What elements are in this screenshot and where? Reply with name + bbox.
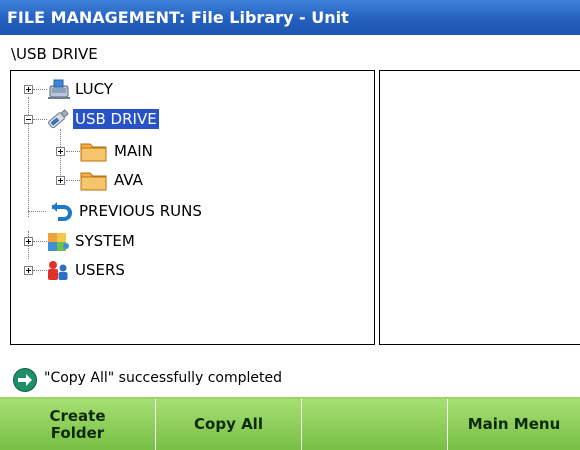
current-path: \USB DRIVE — [11, 45, 98, 63]
create-folder-button[interactable]: Create Folder — [0, 399, 156, 450]
previous-runs-icon — [52, 202, 72, 221]
folder-icon — [80, 143, 107, 162]
tree-item-label: AVA — [114, 171, 143, 189]
folder-icon — [80, 172, 107, 191]
button-bar: Create Folder Copy All Main Menu — [0, 397, 580, 450]
tree-item-label: PREVIOUS RUNS — [79, 202, 202, 220]
copy-all-button[interactable]: Copy All — [156, 399, 302, 450]
folder-tree[interactable]: LUCY USB DRIVE MAIN AVA PREVIOUS RUNS SY… — [10, 70, 375, 345]
expand-icon[interactable] — [24, 237, 33, 246]
window-title: FILE MANAGEMENT: File Library - Unit — [0, 0, 580, 35]
tree-item-label: USB DRIVE — [72, 108, 160, 130]
expand-icon[interactable] — [56, 176, 65, 185]
expand-icon[interactable] — [24, 266, 33, 275]
tree-item-label: LUCY — [75, 80, 113, 98]
expand-icon[interactable] — [24, 85, 33, 94]
tree-item-previous-runs[interactable]: PREVIOUS RUNS — [11, 199, 371, 223]
tree-item-label: USERS — [75, 261, 125, 279]
usb-drive-icon — [48, 109, 69, 129]
users-icon — [48, 261, 68, 280]
tree-item-usb-drive[interactable]: USB DRIVE — [11, 107, 371, 131]
status-message: "Copy All" successfully completed — [44, 370, 283, 386]
tree-item-main[interactable]: MAIN — [11, 139, 371, 163]
blank-softkey-button[interactable] — [302, 399, 448, 450]
expand-icon[interactable] — [56, 147, 65, 156]
system-icon — [48, 233, 69, 251]
tree-item-users[interactable]: USERS — [11, 258, 371, 282]
collapse-icon[interactable] — [24, 115, 33, 124]
file-list-pane[interactable] — [379, 70, 580, 345]
tree-item-label: SYSTEM — [75, 232, 135, 250]
tree-item-label: MAIN — [114, 142, 153, 160]
tree-item-system[interactable]: SYSTEM — [11, 229, 371, 253]
tree-item-lucy[interactable]: LUCY — [11, 77, 371, 101]
computer-icon — [48, 79, 70, 99]
arrow-right-circle-icon — [13, 368, 37, 392]
tree-item-ava[interactable]: AVA — [11, 168, 371, 192]
main-menu-button[interactable]: Main Menu — [448, 399, 580, 450]
